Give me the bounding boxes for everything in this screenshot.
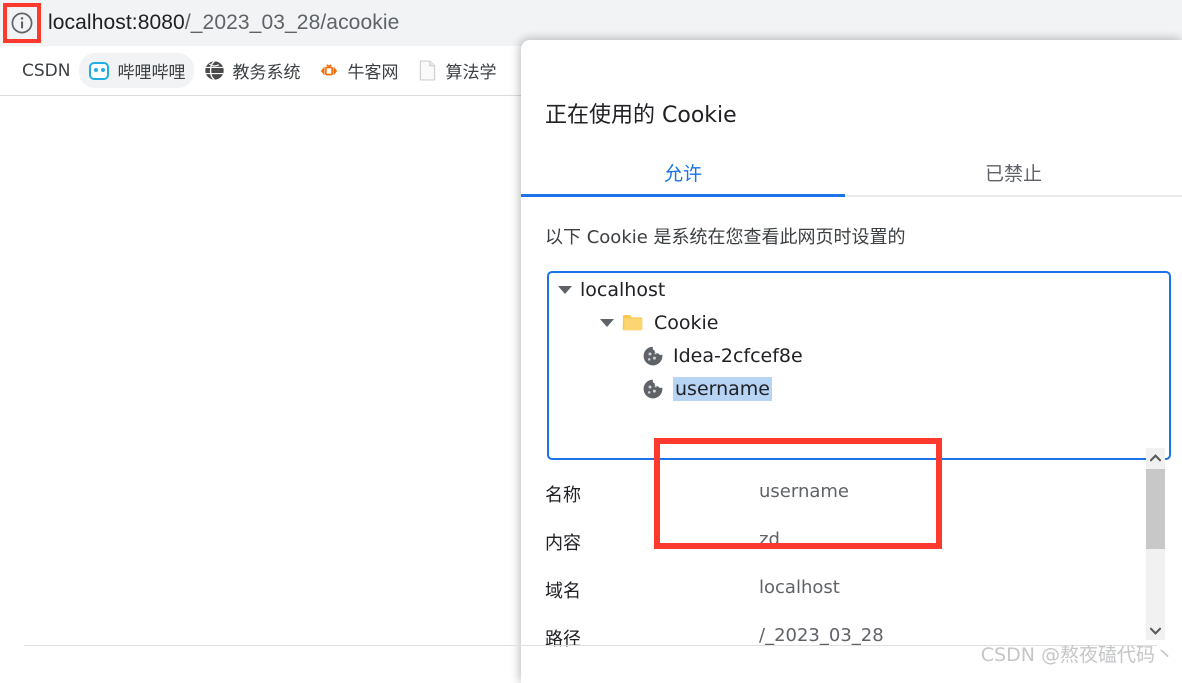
chevron-down-icon[interactable] <box>558 285 572 294</box>
bookmark-label: 教务系统 <box>232 63 301 83</box>
tab-blocked[interactable]: 已禁止 <box>845 150 1182 195</box>
tree-node-label: username <box>673 376 772 401</box>
detail-value: localhost <box>759 577 840 598</box>
bookmark-nowcoder[interactable]: 牛客网 <box>309 53 407 88</box>
detail-label: 内容 <box>545 533 581 554</box>
detail-row: 名称 username <box>521 481 1182 529</box>
tree-node-cookie-selected[interactable]: username <box>549 372 1169 405</box>
cookie-icon <box>642 345 664 367</box>
tree-node-cookie[interactable]: Idea-2cfcef8e <box>549 339 1169 372</box>
document-icon <box>416 60 438 82</box>
detail-value: username <box>759 481 849 502</box>
bookmark-label: CSDN <box>22 60 71 81</box>
tab-allowed[interactable]: 允许 <box>521 150 845 195</box>
site-info-highlight-box <box>3 3 41 43</box>
csdn-icon <box>0 60 15 82</box>
url-host: localhost:8080 <box>48 11 185 34</box>
scrollbar-thumb[interactable] <box>1146 469 1165 549</box>
cookie-tree[interactable]: localhost Cookie Idea-2cfcef8e username <box>547 271 1171 460</box>
url-bar-text[interactable]: localhost:8080/_2023_03_28/acookie <box>48 0 399 46</box>
cookie-icon <box>642 378 664 400</box>
dialog-title: 正在使用的 Cookie <box>545 103 737 128</box>
bookmark-label: 算法学 <box>445 63 497 83</box>
details-scrollbar[interactable] <box>1146 448 1165 640</box>
chevron-down-icon[interactable] <box>600 318 614 327</box>
chevron-up-icon[interactable] <box>1146 448 1165 467</box>
bookmark-csdn[interactable]: CSDN <box>0 55 79 87</box>
nowcoder-icon <box>318 60 340 82</box>
tree-node-label: Idea-2cfcef8e <box>673 344 803 367</box>
detail-label: 域名 <box>545 581 581 602</box>
detail-value: /_2023_03_28 <box>759 625 884 646</box>
tree-node-label: localhost <box>580 278 666 301</box>
tree-node-host[interactable]: localhost <box>549 273 1169 306</box>
cookies-in-use-dialog: 正在使用的 Cookie 允许 已禁止 以下 Cookie 是系统在您查看此网页… <box>521 40 1182 683</box>
bookmark-label: 哔哩哔哩 <box>117 63 186 83</box>
globe-icon <box>203 60 225 82</box>
active-tab-indicator <box>521 194 845 197</box>
watermark: CSDN @熬夜磕代码丶 <box>980 644 1174 666</box>
tree-node-folder[interactable]: Cookie <box>549 306 1169 339</box>
detail-label: 路径 <box>545 629 581 650</box>
bookmark-bilibili[interactable]: 哔哩哔哩 <box>79 53 195 88</box>
dialog-subtitle: 以下 Cookie 是系统在您查看此网页时设置的 <box>545 227 906 248</box>
bilibili-tv-icon <box>88 60 110 82</box>
dialog-tabs: 允许 已禁止 <box>521 150 1182 197</box>
tree-node-label: Cookie <box>654 311 719 334</box>
detail-value: zd <box>759 529 780 550</box>
detail-label: 名称 <box>545 485 581 506</box>
url-path: /_2023_03_28/acookie <box>184 11 400 34</box>
bookmark-label: 牛客网 <box>347 63 399 83</box>
chevron-down-icon[interactable] <box>1146 621 1165 640</box>
bookmark-jiaowu[interactable]: 教务系统 <box>194 53 309 88</box>
detail-row: 域名 localhost <box>521 577 1182 625</box>
detail-row: 内容 zd <box>521 529 1182 577</box>
folder-icon <box>622 314 643 331</box>
bookmark-suanfa[interactable]: 算法学 <box>407 53 505 88</box>
